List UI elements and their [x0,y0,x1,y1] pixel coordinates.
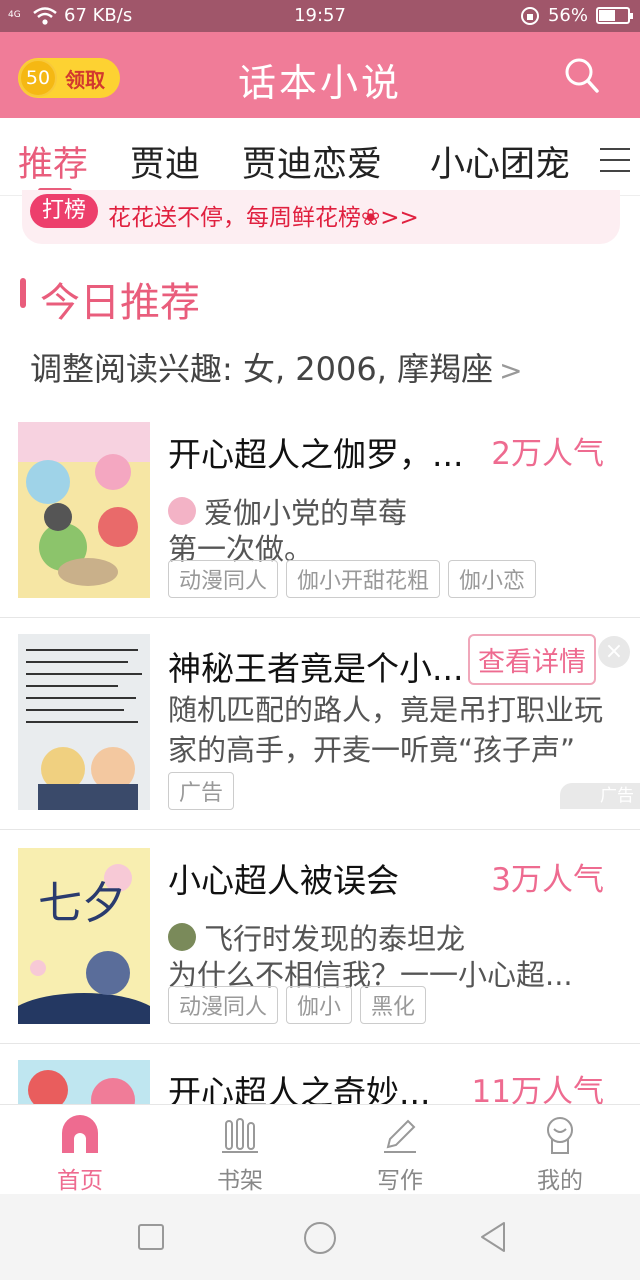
menu-icon[interactable] [600,148,630,172]
list-item[interactable]: 开心超人之奇妙... 11万人气 [0,1044,640,1104]
book-cover [18,1060,150,1104]
section-title: 今日推荐 [40,280,200,326]
tag[interactable]: 黑化 [360,986,427,1024]
chevron-right-icon: > [499,354,523,387]
book-cover: 七夕 [18,848,150,1024]
tag[interactable]: 伽小恋 [448,560,537,598]
list-item[interactable]: 开心超人之伽罗，... 2万人气 爱伽小党的草莓 第一次做。 动漫同人 伽小开甜… [0,404,640,618]
view-details-button[interactable]: 查看详情 [468,634,596,685]
tag-list: 动漫同人 伽小开甜花粗 伽小恋 [168,560,537,598]
nav-home[interactable]: 首页 [0,1105,160,1195]
tab-recommend[interactable]: 推荐 [18,136,88,187]
ad-title[interactable]: 神秘王者竟是个小... [168,642,478,690]
home-icon [62,1115,98,1153]
avatar [168,497,196,525]
ranking-banner[interactable]: 打榜 花花送不停，每周鲜花榜❀>> [22,190,620,244]
status-bar: 4G 67 KB/s 19:57 56% [0,0,640,32]
avatar [168,923,196,951]
ad-label-badge: 广告 [560,783,640,809]
close-ad-icon[interactable]: × [598,636,630,668]
tab-jiadi[interactable]: 贾迪 [130,136,200,187]
app-title: 话本小说 [237,61,402,105]
list-item[interactable]: 七夕 小心超人被误会 3万人气 飞行时发现的泰坦龙 为什么不相信我？一一小心超.… [0,830,640,1044]
back-icon[interactable] [478,1221,508,1253]
home-button-icon[interactable] [303,1221,337,1255]
book-title[interactable]: 小心超人被误会 [168,854,478,902]
profile-icon [547,1117,573,1154]
tab-jiadi-romance[interactable]: 贾迪恋爱 [242,136,382,187]
app-header: 50 领取 话本小说 [0,32,640,118]
ad-cover [18,634,150,810]
popularity-count: 11万人气 [471,1074,604,1104]
cover-title: 七夕 [38,878,126,929]
tag-list: 广告 [168,772,235,810]
tag[interactable]: 伽小开甜花粗 [286,560,441,598]
popularity-count: 3万人气 [491,862,604,898]
tag[interactable]: 动漫同人 [168,560,279,598]
rotation-lock-icon [520,6,539,25]
section-accent-bar [20,278,26,308]
pen-icon [384,1119,416,1153]
book-cover [18,422,150,598]
tag-list: 动漫同人 伽小 黑化 [168,986,427,1024]
category-tabs: 推荐 贾迪 贾迪恋爱 小心团宠 [0,118,640,196]
book-title[interactable]: 开心超人之奇妙... [168,1066,478,1104]
nav-label: 写作 [377,1168,423,1194]
nav-label: 我的 [537,1168,583,1194]
nav-label: 书架 [217,1168,263,1194]
book-title[interactable]: 开心超人之伽罗，... [168,428,478,476]
ranking-chip: 打榜 [30,194,99,228]
nav-write[interactable]: 写作 [320,1105,480,1195]
system-navigation-bar [0,1194,640,1280]
recent-apps-icon[interactable] [138,1224,164,1250]
bookshelf-icon [222,1118,258,1153]
ad-description: 随机匹配的路人，竟是吊打职业玩家的高手，开麦一听竟“孩子声” [168,693,604,767]
ad-list-item[interactable]: 神秘王者竟是个小... 查看详情 × 随机匹配的路人，竟是吊打职业玩家的高手，开… [0,618,640,830]
reading-interest-link[interactable]: 调整阅读兴趣: 女, 2006, 摩羯座 > [30,344,523,390]
popularity-count: 2万人气 [491,436,604,472]
battery-percent: 56% [547,5,588,26]
nav-label: 首页 [57,1168,103,1194]
tag[interactable]: 伽小 [286,986,353,1024]
interest-text: 调整阅读兴趣: 女, 2006, 摩羯座 [30,350,494,388]
nav-profile[interactable]: 我的 [480,1105,640,1195]
search-icon[interactable] [564,56,600,96]
tag[interactable]: 动漫同人 [168,986,279,1024]
battery-icon [596,7,633,24]
ad-tag: 广告 [168,772,235,810]
tab-xiaoxin-tuanchong[interactable]: 小心团宠 [430,136,570,187]
banner-text: 花花送不停，每周鲜花榜❀>> [108,205,419,231]
nav-bookshelf[interactable]: 书架 [160,1105,320,1195]
bottom-navigation: 首页 书架 写作 我的 [0,1104,640,1194]
